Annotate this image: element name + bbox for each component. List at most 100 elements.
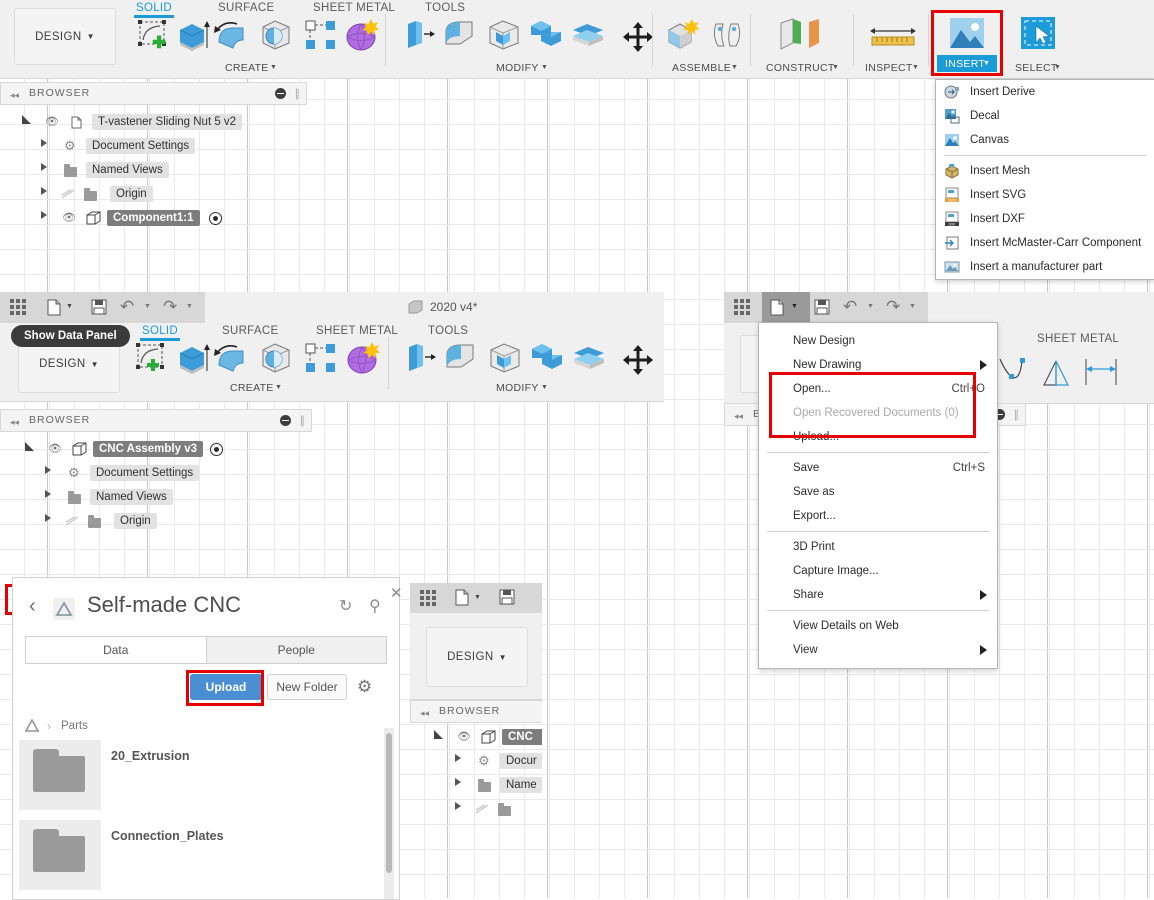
list-item[interactable]: 20_Extrusion	[19, 740, 389, 810]
file-menu-icon[interactable]	[455, 589, 469, 606]
menu-item-view-details-on-web[interactable]: View Details on Web	[759, 614, 997, 638]
redo-icon[interactable]: ↷	[163, 297, 177, 317]
window2-document-tab[interactable]: 2020 v4*	[205, 292, 664, 323]
modify-group-chevron-icon[interactable]: ▼	[541, 64, 548, 71]
modify-group-label[interactable]: MODIFY	[496, 382, 539, 394]
new-component-icon[interactable]	[665, 18, 701, 52]
menu-item-save-as[interactable]: Save as	[759, 480, 997, 504]
breadcrumb[interactable]: Parts	[61, 720, 88, 732]
create-group-label[interactable]: CREATE	[230, 382, 274, 394]
undo-icon[interactable]: ↶	[843, 297, 857, 317]
collapse-browser-icon[interactable]: ◂◂	[734, 411, 743, 422]
menu-item-insert-mcmaster-carr-component[interactable]: Insert McMaster-Carr Component	[936, 231, 1154, 255]
assemble-group-chevron-icon[interactable]: ▼	[731, 64, 738, 71]
tree-item-label[interactable]: Document Settings	[86, 138, 196, 154]
move-copy-icon[interactable]	[622, 344, 654, 376]
tab-solid[interactable]: SOLID	[139, 325, 181, 341]
expand-arrow-icon[interactable]	[41, 163, 47, 171]
visibility-off-icon[interactable]	[475, 804, 490, 815]
tree-item-label[interactable]: Named Views	[90, 489, 173, 505]
expand-arrow-icon[interactable]	[455, 778, 461, 786]
expand-arrow-icon[interactable]	[41, 187, 47, 195]
tab-people[interactable]: People	[205, 637, 386, 663]
shell-icon[interactable]	[487, 340, 523, 376]
save-icon[interactable]	[814, 299, 830, 315]
press-pull-icon[interactable]	[402, 18, 436, 52]
undo-icon[interactable]: ↶	[120, 297, 134, 317]
menu-item-decal[interactable]: Decal	[936, 104, 1154, 128]
offset-face-icon[interactable]	[570, 20, 606, 52]
create-group-chevron-icon[interactable]: ▼	[270, 64, 277, 71]
browser-grip-icon[interactable]: ∥	[1014, 408, 1020, 421]
browser-minimize-icon[interactable]	[275, 88, 286, 99]
chevron-left-icon[interactable]: ‹	[29, 595, 36, 618]
move-copy-icon[interactable]	[622, 21, 654, 53]
modify-group-label[interactable]: MODIFY	[496, 62, 539, 74]
show-data-panel-icon[interactable]	[420, 590, 436, 606]
tab-data[interactable]: Data	[26, 637, 206, 663]
activate-component-radio[interactable]	[210, 443, 223, 456]
data-panel-scrollbar-thumb[interactable]	[386, 733, 392, 873]
spline-icon[interactable]	[998, 357, 1032, 389]
shell-icon[interactable]	[486, 17, 522, 53]
visibility-off-icon[interactable]	[61, 189, 76, 200]
tab-solid[interactable]: SOLID	[133, 2, 175, 18]
select-window-icon[interactable]	[1020, 16, 1056, 50]
visibility-eye-icon[interactable]: 👁	[45, 115, 59, 128]
create-sketch-icon[interactable]	[134, 341, 170, 375]
collapse-browser-icon[interactable]: ◂◂	[420, 708, 429, 719]
inspect-group-chevron-icon[interactable]: ▼	[912, 64, 919, 71]
project-icon[interactable]	[23, 717, 41, 735]
create-group-chevron-icon[interactable]: ▼	[275, 384, 282, 391]
expand-arrow-icon[interactable]	[25, 442, 34, 451]
visibility-eye-icon[interactable]: 👁	[457, 730, 471, 743]
combine-icon[interactable]	[528, 18, 564, 52]
tree-row[interactable]: Name	[410, 774, 542, 798]
file-menu-chevron-icon[interactable]: ▼	[66, 303, 73, 310]
menu-item-3d-print[interactable]: 3D Print	[759, 535, 997, 559]
tree-row[interactable]: 👁 T-vastener Sliding Nut 5 v2	[0, 111, 305, 135]
menu-item-export[interactable]: Export...	[759, 504, 997, 528]
visibility-eye-icon[interactable]: 👁	[48, 442, 62, 455]
tab-surface[interactable]: SURFACE	[218, 2, 274, 14]
expand-arrow-icon[interactable]	[41, 139, 47, 147]
show-data-panel-icon[interactable]	[734, 299, 750, 315]
tree-row[interactable]: Named Views	[0, 486, 310, 510]
tree-row[interactable]: Origin	[0, 183, 305, 207]
expand-arrow-icon[interactable]	[455, 754, 461, 762]
menu-item-insert-mesh[interactable]: Insert Mesh	[936, 159, 1154, 183]
save-icon[interactable]	[499, 589, 515, 605]
expand-arrow-icon[interactable]	[45, 466, 51, 474]
tree-item-label[interactable]: Document Settings	[90, 465, 200, 481]
file-menu-icon[interactable]	[47, 299, 61, 316]
extrude-icon[interactable]	[176, 18, 210, 52]
file-menu-button[interactable]: ▼	[762, 292, 810, 323]
menu-item-share[interactable]: Share	[759, 583, 997, 607]
gear-icon[interactable]: ⚙	[357, 677, 372, 697]
redo-chevron-icon[interactable]: ▼	[186, 303, 193, 310]
sweep-icon[interactable]	[258, 17, 294, 53]
browser-minimize-icon[interactable]	[280, 415, 291, 426]
revolve-icon[interactable]	[213, 18, 251, 52]
tree-row[interactable]: 👁 Component1:1	[0, 207, 305, 231]
collapse-browser-icon[interactable]: ◂◂	[10, 417, 19, 428]
select-group-chevron-icon[interactable]: ▼	[1054, 64, 1061, 71]
show-data-panel-icon[interactable]	[10, 299, 26, 315]
select-group-label[interactable]: SELECT	[1015, 62, 1058, 74]
redo-chevron-icon[interactable]: ▼	[909, 303, 916, 310]
new-folder-button[interactable]: New Folder	[267, 674, 347, 700]
assemble-group-label[interactable]: ASSEMBLE	[672, 62, 731, 74]
inspect-group-label[interactable]: INSPECT	[865, 62, 913, 74]
browser-grip-icon[interactable]: ∥	[300, 414, 306, 427]
pattern-icon[interactable]	[304, 342, 338, 374]
tree-item-label[interactable]: CNC Assembly v3	[93, 441, 204, 457]
tree-item-label[interactable]: Named Views	[86, 162, 169, 178]
tab-surface[interactable]: SURFACE	[222, 325, 278, 337]
menu-item-view[interactable]: View	[759, 638, 997, 662]
activate-component-radio[interactable]	[209, 212, 222, 225]
fillet-icon[interactable]	[443, 341, 479, 375]
expand-arrow-icon[interactable]	[45, 514, 51, 522]
offset-plane-icon[interactable]	[775, 17, 831, 53]
sketch-dimension-icon[interactable]	[1082, 357, 1122, 389]
expand-arrow-icon[interactable]	[434, 730, 443, 739]
